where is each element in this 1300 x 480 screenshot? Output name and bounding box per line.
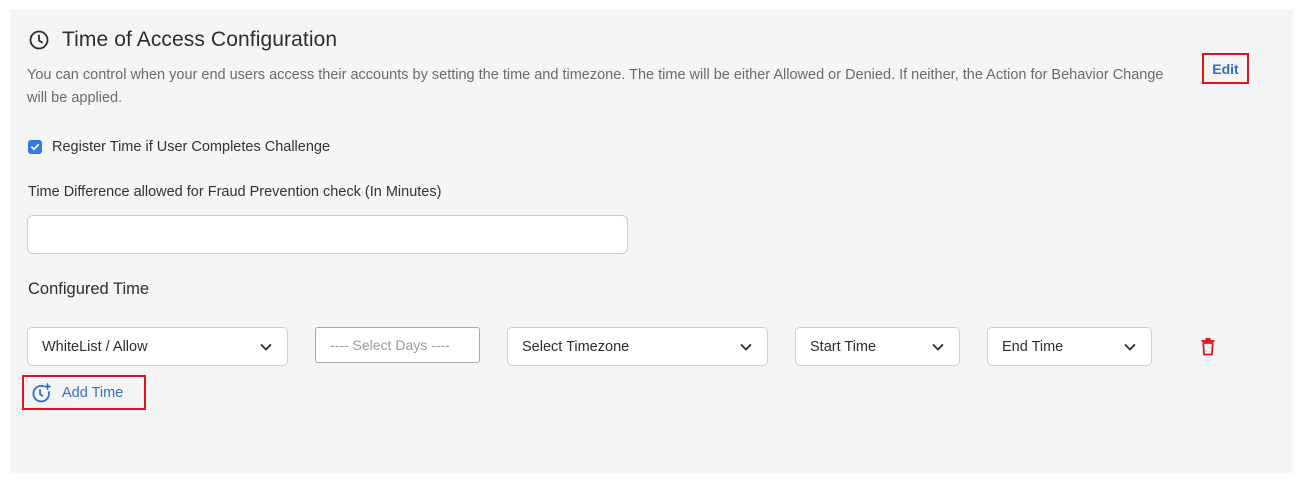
end-time-value: End Time <box>1002 338 1064 355</box>
trash-icon[interactable] <box>1200 335 1216 357</box>
configured-time-heading: Configured Time <box>28 280 150 298</box>
access-type-value: WhiteList / Allow <box>42 338 148 355</box>
clock-plus-icon <box>30 382 52 404</box>
section-description: You can control when your end users acce… <box>27 67 1164 106</box>
days-placeholder: ---- Select Days ---- <box>330 337 450 353</box>
start-time-value: Start Time <box>810 338 877 355</box>
time-difference-input[interactable] <box>27 215 628 254</box>
add-time-label: Add Time <box>62 384 124 401</box>
add-time-button[interactable]: Add Time <box>22 375 146 410</box>
time-difference-label: Time Difference allowed for Fraud Preven… <box>28 184 442 200</box>
chevron-down-icon <box>1123 340 1137 354</box>
page-title: Time of Access Configuration <box>62 28 338 51</box>
chevron-down-icon <box>931 340 945 354</box>
clock-icon <box>28 29 50 51</box>
timezone-value: Select Timezone <box>522 338 630 355</box>
chevron-down-icon <box>739 340 753 354</box>
register-time-checkbox-row[interactable]: Register Time if User Completes Challeng… <box>28 139 330 155</box>
check-icon <box>30 143 40 151</box>
chevron-down-icon <box>259 340 273 354</box>
section-header: Time of Access Configuration <box>28 28 337 52</box>
register-time-label: Register Time if User Completes Challeng… <box>52 139 331 155</box>
register-time-checkbox[interactable] <box>28 140 42 154</box>
edit-button[interactable]: Edit <box>1202 53 1249 84</box>
days-select[interactable]: ---- Select Days ---- <box>315 327 480 363</box>
end-time-select[interactable]: End Time <box>987 327 1152 366</box>
start-time-select[interactable]: Start Time <box>795 327 960 366</box>
access-type-select[interactable]: WhiteList / Allow <box>27 327 288 366</box>
timezone-select[interactable]: Select Timezone <box>507 327 768 366</box>
